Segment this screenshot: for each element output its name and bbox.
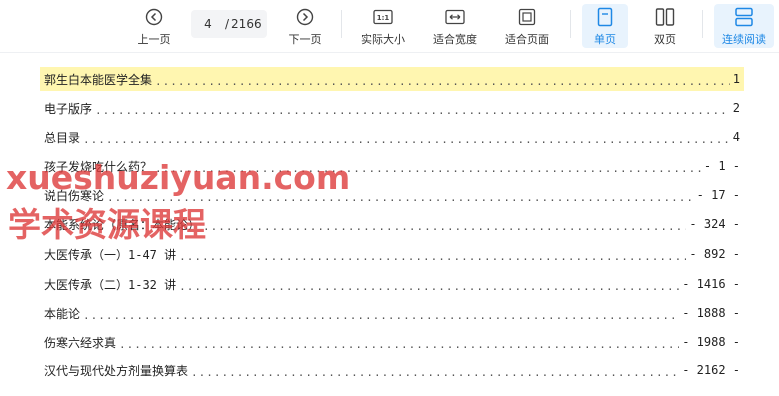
actual-size-button[interactable]: 1:1 实际大小 — [355, 4, 411, 48]
toc-entry[interactable]: 总目录 ....................................… — [40, 125, 744, 149]
toc-entry-title: 本能论 — [44, 306, 81, 321]
toc-entry-page: - 892 - — [689, 247, 740, 261]
single-page-icon — [597, 6, 613, 28]
toc-entry-title: 大医传承（一）1-47 讲 — [44, 247, 177, 262]
toolbar-divider — [570, 10, 571, 38]
page-separator: / — [225, 17, 230, 31]
prev-page-label: 上一页 — [137, 33, 171, 46]
toc-entry-page: - 2162 - — [682, 363, 740, 377]
page-total: 2166 — [231, 17, 262, 31]
single-page-label: 单页 — [594, 33, 616, 46]
page-number-box: / 2166 — [191, 10, 267, 38]
toc-entry-page: - 17 - — [696, 188, 740, 202]
toc-entry[interactable]: 汉代与现代处方剂量换算表 ...........................… — [40, 358, 744, 382]
toc-entry-title: 总目录 — [44, 130, 81, 145]
toc-entry-title: 汉代与现代处方剂量换算表 — [44, 363, 189, 378]
toc-entry-page: - 1988 - — [682, 335, 740, 349]
actual-size-label: 实际大小 — [361, 33, 405, 46]
double-page-label: 双页 — [654, 33, 676, 46]
toc-entry[interactable]: 本能论 ....................................… — [40, 301, 744, 325]
fit-page-icon — [518, 6, 536, 28]
double-page-button[interactable]: 双页 — [642, 4, 688, 48]
toc-entry-page: 4 — [732, 130, 740, 144]
toc-leader-dots: ........................................… — [119, 341, 680, 351]
next-page-button[interactable]: 下一页 — [281, 4, 329, 48]
toolbar-divider — [702, 10, 703, 38]
toc-entry-title: 郭生白本能医学全集 — [44, 72, 153, 87]
prev-page-button[interactable]: 上一页 — [130, 4, 178, 48]
toc-entry[interactable]: 郭生白本能医学全集 ..............................… — [40, 67, 744, 91]
continuous-reading-label: 连续阅读 — [722, 33, 766, 46]
toc-entry[interactable]: 伤寒六经求真 .................................… — [40, 330, 744, 354]
toc-entry-page: 2 — [732, 101, 740, 115]
toc-leader-dots: ........................................… — [203, 223, 686, 233]
toc-leader-dots: ........................................… — [155, 78, 730, 88]
toc-leader-dots: ........................................… — [83, 312, 680, 322]
toc-entry-title: 大医传承（二）1-32 讲 — [44, 277, 177, 292]
toc-leader-dots: ........................................… — [179, 253, 686, 263]
pdf-toolbar: 上一页 / 2166 下一页 1:1 实际大小 适合宽度 适合页面 — [0, 0, 779, 53]
next-page-label: 下一页 — [288, 33, 322, 46]
fit-width-label: 适合宽度 — [433, 33, 477, 46]
toc-leader-dots: ........................................… — [179, 283, 679, 293]
page-number-input[interactable] — [191, 17, 225, 31]
toc-leader-dots: ........................................… — [83, 136, 730, 146]
toc-entry-page: - 1 - — [703, 159, 740, 173]
toc-entry-page: - 1888 - — [682, 306, 740, 320]
toc-leader-dots: ........................................… — [95, 107, 730, 117]
fit-page-button[interactable]: 适合页面 — [499, 4, 555, 48]
toolbar-divider — [341, 10, 342, 38]
watermark-text: 学术资源课程 — [8, 205, 206, 244]
chevron-left-circle-icon — [145, 6, 163, 28]
toc-leader-dots: ........................................… — [191, 369, 679, 379]
toc-entry[interactable]: 大医传承（二）1-32 讲 ..........................… — [40, 272, 744, 296]
toc-entry[interactable]: 电子版序 ...................................… — [40, 96, 744, 120]
single-page-button[interactable]: 单页 — [582, 4, 628, 48]
fit-page-label: 适合页面 — [505, 33, 549, 46]
toc-entry-page: - 324 - — [689, 217, 740, 231]
continuous-reading-button[interactable]: 连续阅读 — [714, 4, 774, 48]
fit-width-icon — [445, 6, 465, 28]
toc-entry-title: 电子版序 — [44, 101, 93, 116]
double-page-icon — [655, 6, 675, 28]
continuous-scroll-icon — [734, 6, 754, 28]
fit-width-button[interactable]: 适合宽度 — [427, 4, 483, 48]
toc-entry-page: 1 — [732, 72, 740, 86]
chevron-right-circle-icon — [296, 6, 314, 28]
toc-entry-title: 伤寒六经求真 — [44, 335, 117, 350]
watermark-url: xueshuziyuan.com — [6, 158, 351, 197]
toc-entry-page: - 1416 - — [682, 277, 740, 291]
svg-text:1:1: 1:1 — [377, 14, 390, 22]
one-to-one-icon: 1:1 — [373, 6, 393, 28]
